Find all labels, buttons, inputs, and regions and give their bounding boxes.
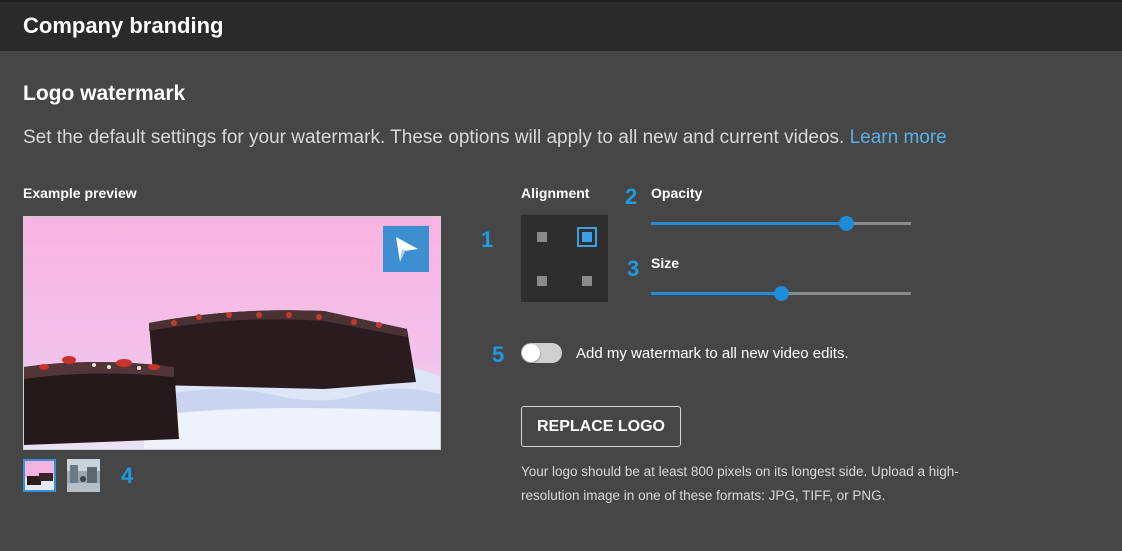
size-slider[interactable] — [651, 286, 911, 301]
logo-help-text: Your logo should be at least 800 pixels … — [521, 464, 959, 503]
cake-image — [24, 217, 440, 449]
alignment-label: Alignment — [521, 185, 590, 201]
watermark-toggle-label: Add my watermark to all new video edits. — [576, 345, 849, 362]
align-top-right[interactable] — [577, 227, 597, 247]
street-thumbnail[interactable] — [67, 459, 100, 492]
cake-thumbnail[interactable] — [23, 459, 56, 492]
opacity-slider[interactable] — [651, 216, 911, 231]
align-bottom-left[interactable] — [537, 276, 547, 286]
learn-more-link[interactable]: Learn more — [850, 127, 947, 148]
preview-label: Example preview — [23, 185, 137, 201]
annotation-4: 4 — [121, 463, 134, 488]
section-title: Logo watermark — [23, 82, 186, 105]
annotation-2: 2 — [625, 184, 638, 209]
page-title: Company branding — [23, 13, 224, 38]
opacity-handle[interactable] — [839, 216, 854, 231]
page-header: Company branding — [0, 0, 1122, 51]
arrow-logo-icon — [383, 226, 429, 272]
description-text: Set the default settings for your waterm… — [23, 127, 845, 148]
replace-logo-button[interactable]: REPLACE LOGO — [521, 406, 681, 447]
alignment-grid — [521, 215, 608, 302]
annotation-5: 5 — [492, 342, 505, 367]
align-bottom-right[interactable] — [582, 276, 592, 286]
opacity-label: Opacity — [651, 185, 703, 201]
size-fill — [651, 292, 781, 295]
opacity-fill — [651, 222, 846, 225]
section-description: Set the default settings for your waterm… — [23, 127, 947, 149]
size-label: Size — [651, 255, 680, 271]
annotation-1: 1 — [481, 227, 494, 252]
toggle-knob — [522, 344, 540, 362]
align-top-left[interactable] — [537, 232, 547, 242]
example-preview — [23, 216, 441, 450]
annotation-3: 3 — [627, 256, 640, 281]
watermark-toggle[interactable] — [521, 343, 562, 363]
size-handle[interactable] — [774, 286, 789, 301]
